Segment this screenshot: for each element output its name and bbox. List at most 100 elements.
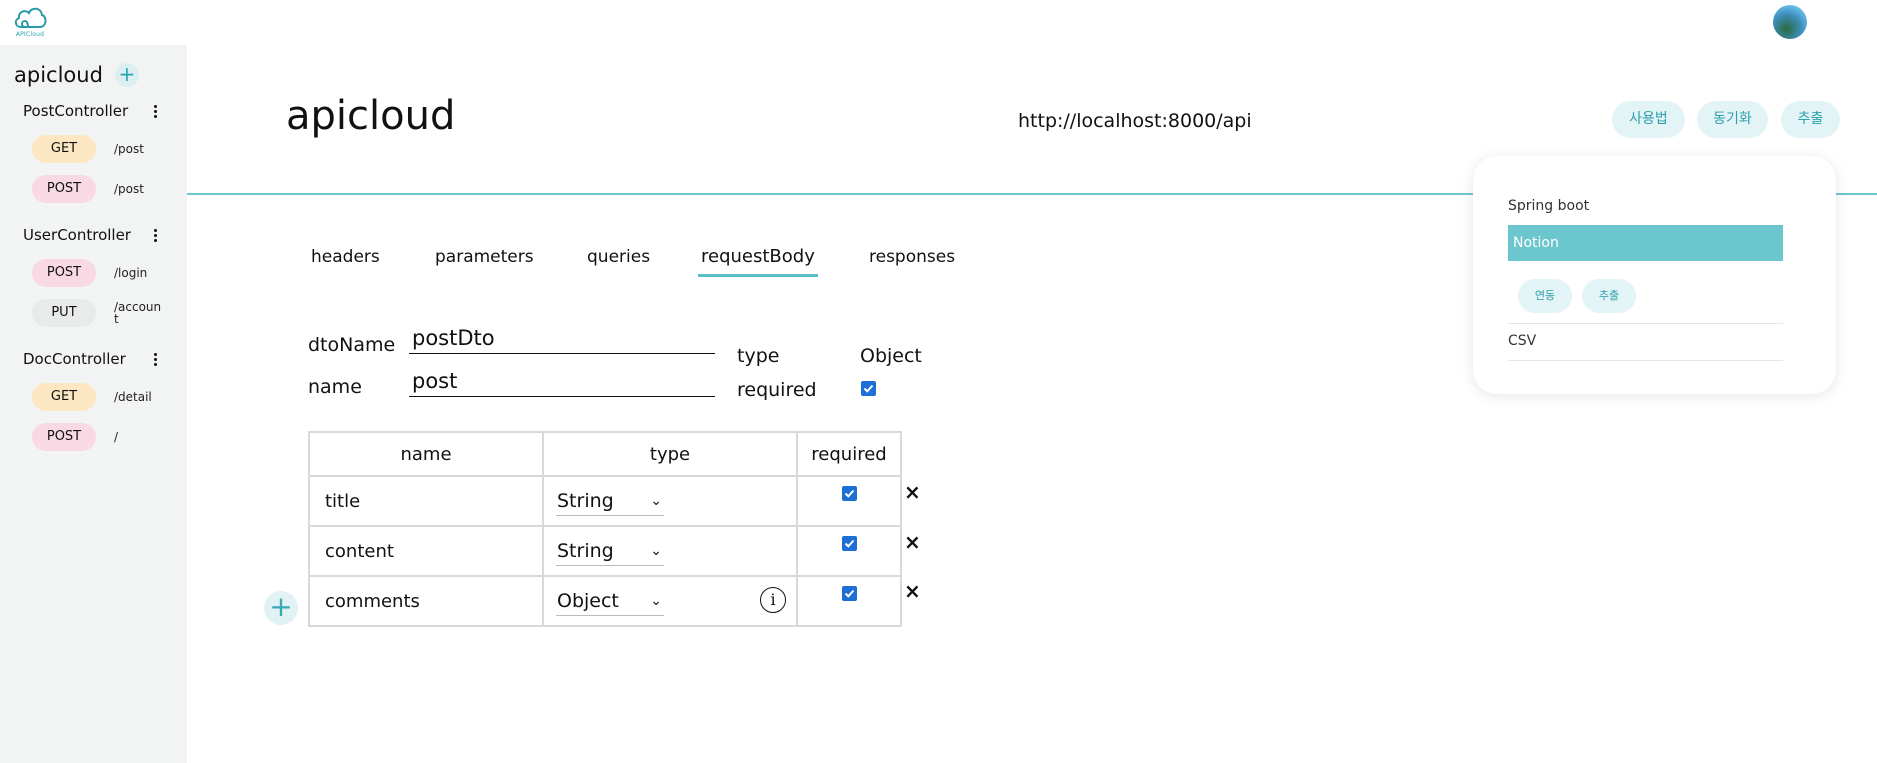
option-divider	[1508, 360, 1783, 361]
method-badge: POST	[32, 175, 96, 203]
active-tab-indicator	[698, 274, 818, 277]
endpoint-item[interactable]: POST /login	[32, 259, 164, 287]
sync-button[interactable]: 동기화	[1697, 101, 1768, 138]
table-header-row: name type required	[308, 431, 902, 477]
type-select[interactable]: String ⌄	[556, 536, 664, 566]
method-badge: POST	[32, 259, 96, 287]
endpoint-item[interactable]: GET /detail	[32, 383, 164, 411]
row-required-checkbox[interactable]	[842, 486, 857, 501]
method-badge: GET	[32, 135, 96, 163]
more-vertical-icon[interactable]	[147, 227, 163, 243]
tab-request-body[interactable]: requestBody	[701, 246, 815, 267]
info-icon[interactable]: i	[760, 587, 786, 613]
check-icon	[844, 539, 855, 548]
controller-name: PostController	[23, 102, 129, 120]
user-avatar[interactable]	[1773, 5, 1807, 39]
type-cell: String ⌄	[542, 525, 798, 577]
method-badge: POST	[32, 423, 96, 451]
name-label: name	[308, 376, 362, 398]
add-controller-button[interactable]: +	[114, 63, 139, 87]
type-cell: Object ⌄ i	[542, 575, 798, 627]
tab-parameters[interactable]: parameters	[435, 247, 534, 267]
dto-name-label: dtoName	[308, 334, 396, 356]
type-label: type	[737, 345, 780, 367]
endpoint-item[interactable]: GET /post	[32, 135, 164, 163]
endpoint-item[interactable]: POST /	[32, 423, 164, 451]
add-row-button[interactable]: +	[264, 591, 298, 625]
more-vertical-icon[interactable]	[147, 103, 163, 119]
endpoint-item[interactable]: POST /post	[32, 175, 164, 203]
project-name: apicloud	[14, 63, 103, 87]
method-badge: GET	[32, 383, 96, 411]
required-cell	[796, 475, 902, 527]
sidebar: apicloud + PostController GET /post POST…	[0, 45, 187, 763]
controller-name: DocController	[23, 350, 126, 368]
required-cell	[796, 525, 902, 577]
tab-headers[interactable]: headers	[311, 247, 380, 267]
table-row: title String ⌄	[308, 475, 902, 527]
endpoint-path: /account	[114, 300, 162, 326]
chevron-down-icon: ⌄	[650, 493, 662, 509]
required-checkbox[interactable]	[861, 381, 876, 396]
type-select-value: String	[557, 540, 614, 562]
cloud-icon	[14, 7, 47, 28]
type-value: Object	[860, 345, 922, 367]
option-spring-boot[interactable]: Spring boot	[1508, 198, 1589, 214]
required-label: required	[737, 379, 817, 401]
controller-name: UserController	[23, 226, 131, 244]
check-icon	[844, 489, 855, 498]
column-header-name: name	[308, 431, 544, 477]
controller-header[interactable]: PostController	[23, 102, 163, 120]
method-badge: PUT	[32, 299, 96, 327]
endpoint-path: /login	[114, 266, 148, 280]
usage-button[interactable]: 사용법	[1612, 101, 1685, 138]
type-select[interactable]: String ⌄	[556, 486, 664, 516]
more-vertical-icon[interactable]	[147, 351, 163, 367]
page-title: apicloud	[286, 93, 456, 139]
column-header-required: required	[796, 431, 902, 477]
table-row: comments Object ⌄ i	[308, 575, 902, 627]
check-icon	[844, 589, 855, 598]
endpoint-item[interactable]: PUT /account	[32, 299, 164, 327]
delete-row-icon[interactable]: ×	[904, 579, 921, 603]
endpoint-path: /post	[114, 142, 144, 156]
endpoint-path: /	[114, 430, 119, 444]
chevron-down-icon: ⌄	[650, 543, 662, 559]
link-button[interactable]: 연동	[1518, 279, 1572, 313]
option-csv[interactable]: CSV	[1508, 333, 1536, 349]
tab-responses[interactable]: responses	[869, 247, 955, 267]
delete-row-icon[interactable]: ×	[904, 480, 921, 504]
name-input[interactable]: post	[409, 369, 715, 397]
controller-header[interactable]: UserController	[23, 226, 163, 244]
type-select[interactable]: Object ⌄	[556, 586, 664, 616]
check-icon	[863, 384, 874, 393]
base-url: http://localhost:8000/api	[1018, 110, 1252, 132]
chevron-down-icon: ⌄	[650, 593, 662, 609]
controller-header[interactable]: DocController	[23, 350, 163, 368]
row-required-checkbox[interactable]	[842, 536, 857, 551]
type-select-value: String	[557, 490, 614, 512]
field-name-input[interactable]: title	[308, 475, 544, 527]
app-logo[interactable]: APICloud	[12, 3, 48, 39]
delete-row-icon[interactable]: ×	[904, 530, 921, 554]
export-dropdown: Spring boot Notion 연동 추출 CSV	[1473, 156, 1836, 394]
endpoint-path: /post	[114, 182, 144, 196]
option-notion[interactable]: Notion	[1508, 225, 1783, 261]
column-header-type: type	[542, 431, 798, 477]
tab-queries[interactable]: queries	[587, 247, 650, 267]
required-cell	[796, 575, 902, 627]
endpoint-path: /detail	[114, 390, 152, 404]
panel-export-button[interactable]: 추출	[1582, 279, 1636, 313]
row-required-checkbox[interactable]	[842, 586, 857, 601]
fields-table: name type required title String ⌄ conten…	[308, 431, 902, 627]
project-header: apicloud +	[14, 63, 139, 87]
logo-text: APICloud	[15, 31, 45, 38]
field-name-input[interactable]: comments	[308, 575, 544, 627]
option-divider	[1508, 323, 1783, 324]
export-button[interactable]: 추출	[1781, 101, 1840, 138]
field-name-input[interactable]: content	[308, 525, 544, 577]
type-select-value: Object	[557, 590, 619, 612]
table-row: content String ⌄	[308, 525, 902, 577]
dto-name-input[interactable]: postDto	[409, 326, 715, 354]
type-cell: String ⌄	[542, 475, 798, 527]
